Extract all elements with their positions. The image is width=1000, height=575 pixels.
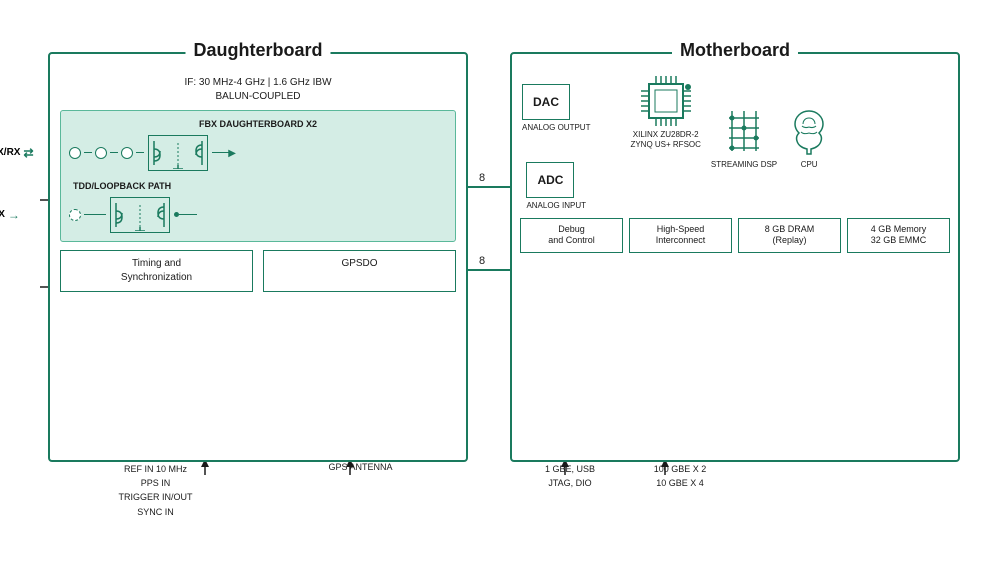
- signal-chain-top: [69, 147, 144, 159]
- daughterboard-subtitle: IF: 30 MHz-4 GHz | 1.6 GHz IBW BALUN-COU…: [50, 76, 466, 104]
- tx-rx-row: 8X TX/RX ⇄: [69, 135, 447, 171]
- motherboard-top: DAC ANALOG OUTPUT ADC ANALOG INPUT: [512, 54, 958, 210]
- circle3: [121, 147, 133, 159]
- dac-adc-col: DAC ANALOG OUTPUT ADC ANALOG INPUT: [522, 76, 590, 210]
- mb-below-col2: 100 GBE X 2 10 GBE X 4: [628, 462, 732, 491]
- signal-chain-bottom: [69, 209, 106, 221]
- dac-sublabel: ANALOG OUTPUT: [522, 123, 590, 132]
- fpga-col: XILINX ZU28DR-2 ZYNQ US+ RFSOC: [630, 76, 700, 151]
- timing-sync-box: Timing and Synchronization: [60, 250, 253, 292]
- fbx-label: FBX DAUGHTERBOARD X2: [69, 119, 447, 129]
- dac-group: DAC ANALOG OUTPUT: [522, 84, 590, 132]
- tx-rx-arrows: ⇄: [23, 146, 33, 160]
- motherboard-bottom-boxes: Debug and Control High-Speed Interconnec…: [512, 218, 958, 253]
- cpu-label: CPU: [801, 160, 818, 169]
- rx-label: 8X RX →: [0, 208, 20, 222]
- dsp-col: STREAMING DSP: [711, 76, 777, 169]
- fpga-icon: [641, 76, 691, 126]
- svg-text:8: 8: [479, 172, 485, 184]
- daughterboard-bottom-boxes: Timing and Synchronization GPSDO: [60, 250, 456, 292]
- daughterboard-title: Daughterboard: [185, 40, 330, 61]
- transformer-top: [148, 135, 208, 171]
- motherboard-below-labels: 1 GBE, USB JTAG, DIO 100 GBE X 2 10 GBE …: [510, 462, 960, 491]
- memory-box: 4 GB Memory 32 GB EMMC: [847, 218, 950, 253]
- motherboard: Motherboard DAC ANALOG OUTPUT ADC ANALOG…: [510, 52, 960, 462]
- tdd-label: TDD/LOOPBACK PATH: [69, 181, 447, 191]
- debug-control-box: Debug and Control: [520, 218, 623, 253]
- motherboard-title: Motherboard: [672, 40, 798, 61]
- transformer-bottom: [110, 197, 170, 233]
- svg-text:8: 8: [479, 255, 485, 267]
- circle-d1: [69, 209, 81, 221]
- mb-below-col1: 1 GBE, USB JTAG, DIO: [518, 462, 622, 491]
- gpsdo-box: GPSDO: [263, 250, 456, 292]
- adc-box: ADC: [526, 162, 574, 198]
- below-label-timing: REF IN 10 MHz PPS IN TRIGGER IN/OUT SYNC…: [58, 462, 253, 520]
- diagram-wrapper: 8 8: [20, 12, 980, 552]
- cpu-icon: [787, 106, 831, 156]
- dsp-label: STREAMING DSP: [711, 160, 777, 169]
- below-label-gps: GPS ANTENNA: [263, 462, 458, 472]
- daughterboard: Daughterboard IF: 30 MHz-4 GHz | 1.6 GHz…: [48, 52, 468, 462]
- rx-arrow: →: [8, 208, 20, 222]
- daughterboard-below-labels: REF IN 10 MHz PPS IN TRIGGER IN/OUT SYNC…: [48, 462, 468, 520]
- dram-box: 8 GB DRAM (Replay): [738, 218, 841, 253]
- tx-rx-label: 8X TX/RX ⇄: [0, 146, 34, 160]
- dac-box: DAC: [522, 84, 570, 120]
- dsp-icon: [724, 106, 764, 156]
- adc-group: ADC ANALOG INPUT: [526, 162, 586, 210]
- circle2: [95, 147, 107, 159]
- fbx-area: FBX DAUGHTERBOARD X2 8X TX/RX ⇄: [60, 110, 456, 242]
- rx-row: 8X RX →: [69, 197, 447, 233]
- high-speed-interconnect-box: High-Speed Interconnect: [629, 218, 732, 253]
- cpu-col: CPU: [787, 76, 831, 169]
- fpga-label: XILINX ZU28DR-2 ZYNQ US+ RFSOC: [630, 130, 700, 151]
- circle1: [69, 147, 81, 159]
- adc-sublabel: ANALOG INPUT: [526, 201, 586, 210]
